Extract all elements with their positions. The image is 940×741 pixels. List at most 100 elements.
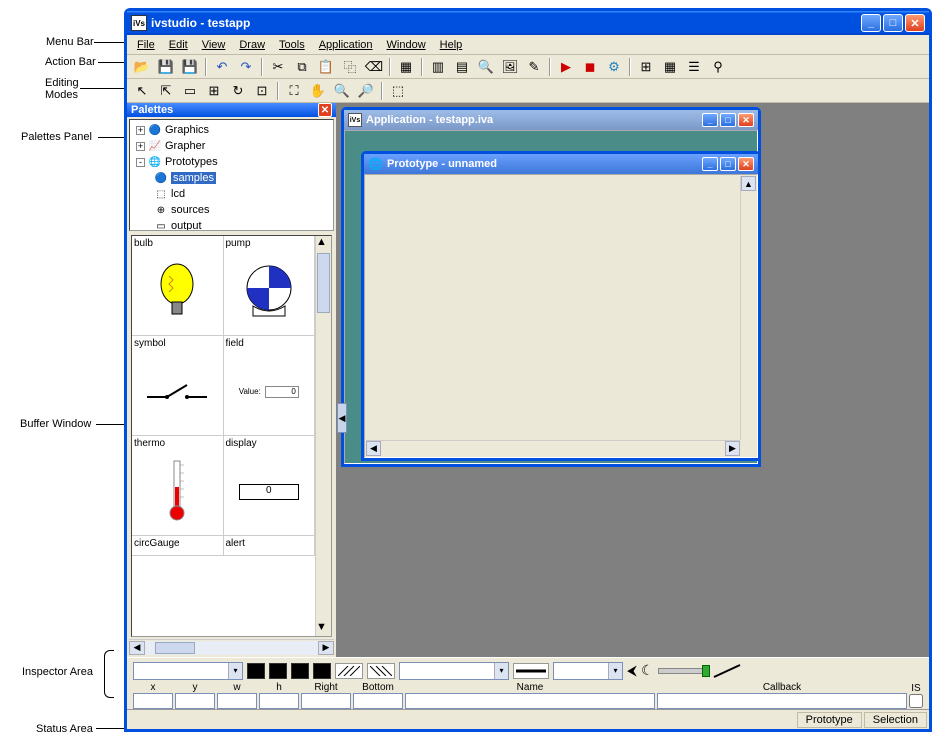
tree-item-sources[interactable]: ⊕ sources	[132, 202, 331, 218]
redo-icon[interactable]: ↷	[235, 57, 257, 77]
color-swatch-3[interactable]	[291, 663, 309, 679]
gear-icon[interactable]: ⚙	[603, 57, 625, 77]
status-prototype[interactable]: Prototype	[797, 712, 862, 728]
collapse-tab-icon[interactable]: ◀	[337, 403, 347, 433]
layout-mode-icon[interactable]: ⊞	[203, 81, 225, 101]
mdi-proto-title-bar[interactable]: 🌐 Prototype - unnamed _ □ ✕	[364, 154, 758, 174]
zoom-in-icon[interactable]: 🔎	[355, 81, 377, 101]
rotate-mode-icon[interactable]: ↻	[227, 81, 249, 101]
scroll-right-icon[interactable]: ▶	[725, 441, 740, 456]
proto-hscroll[interactable]: ◀ ▶	[366, 440, 740, 456]
status-selection[interactable]: Selection	[864, 712, 927, 728]
input-w[interactable]	[217, 693, 257, 709]
arrow-end-icon[interactable]: ☾	[641, 662, 654, 679]
style-combo[interactable]: ▾	[133, 662, 243, 680]
text-mode-icon[interactable]: ▭	[179, 81, 201, 101]
menu-application[interactable]: Application	[313, 37, 379, 53]
chevron-down-icon[interactable]: ▾	[228, 663, 242, 679]
menu-window[interactable]: Window	[381, 37, 432, 53]
menu-help[interactable]: Help	[434, 37, 469, 53]
props-icon[interactable]: ☰	[683, 57, 705, 77]
menu-file[interactable]: File	[131, 37, 161, 53]
palette-item-bulb[interactable]: bulb	[132, 236, 224, 336]
menu-view[interactable]: View	[196, 37, 232, 53]
mdi-proto-body[interactable]: ▲ ◀ ▶	[364, 174, 758, 458]
chevron-down-icon[interactable]: ▾	[608, 663, 622, 679]
mdi-maximize-button[interactable]: □	[720, 113, 736, 127]
tree-item-prototypes[interactable]: - 🌐 Prototypes	[132, 154, 331, 170]
select-mode-icon[interactable]: ↖	[131, 81, 153, 101]
tree-item-graphics[interactable]: + 🔵 Graphics	[132, 122, 331, 138]
thickness-slider[interactable]	[658, 668, 708, 674]
cut-icon[interactable]: ✂	[267, 57, 289, 77]
font-combo[interactable]: ▾	[399, 662, 509, 680]
hatch-1[interactable]	[335, 663, 363, 679]
color-swatch-4[interactable]	[313, 663, 331, 679]
expand-icon[interactable]: +	[136, 126, 145, 135]
dash-combo[interactable]: ▾	[553, 662, 623, 680]
delete-icon[interactable]: ⌫	[363, 57, 385, 77]
palette-vscroll[interactable]: ▲ ▼	[315, 236, 331, 636]
menu-tools[interactable]: Tools	[273, 37, 311, 53]
mdi-close-button[interactable]: ✕	[738, 113, 754, 127]
save-all-icon[interactable]: 💾	[179, 57, 201, 77]
palette-item-display[interactable]: display 0	[224, 436, 316, 536]
palette-item-thermo[interactable]: thermo	[132, 436, 224, 536]
line-weight[interactable]	[513, 663, 549, 679]
hatch-2[interactable]	[367, 663, 395, 679]
scroll-left-icon[interactable]: ◀	[366, 441, 381, 456]
input-y[interactable]	[175, 693, 215, 709]
link-icon[interactable]: ⚲	[707, 57, 729, 77]
tree-item-output[interactable]: ▭ output	[132, 218, 331, 231]
image-icon[interactable]: 🖼	[499, 57, 521, 77]
maximize-button[interactable]: □	[883, 14, 903, 32]
zoom-out-icon[interactable]: 🔍	[331, 81, 353, 101]
edit-icon[interactable]: ✎	[523, 57, 545, 77]
mdi-close-button[interactable]: ✕	[738, 157, 754, 171]
undo-icon[interactable]: ↶	[211, 57, 233, 77]
panel-icon[interactable]: ▦	[395, 57, 417, 77]
scroll-left-icon[interactable]: ◀	[129, 641, 145, 655]
scroll-thumb[interactable]	[155, 642, 195, 654]
scroll-up-icon[interactable]: ▲	[741, 176, 756, 191]
input-bottom[interactable]	[353, 693, 403, 709]
test-icon[interactable]: ▶	[555, 57, 577, 77]
arrow-start-icon[interactable]: ⮜	[627, 662, 637, 679]
mdi-minimize-button[interactable]: _	[702, 113, 718, 127]
palette-hscroll[interactable]: ◀ ▶	[129, 639, 334, 655]
workspace[interactable]: iVs Application - testapp.iva _ □ ✕ 🌐 Pr…	[337, 103, 929, 657]
expand-icon[interactable]: +	[136, 142, 145, 151]
scroll-thumb[interactable]	[317, 253, 330, 313]
scroll-right-icon[interactable]: ▶	[318, 641, 334, 655]
zoom-fit-icon[interactable]: ⛶	[283, 81, 305, 101]
palette-item-field[interactable]: field Value: 0	[224, 336, 316, 436]
mdi-prototype-window[interactable]: 🌐 Prototype - unnamed _ □ ✕ ▲ ◀	[361, 151, 761, 461]
scroll-track[interactable]	[145, 641, 318, 655]
stop-icon[interactable]: ◼	[579, 57, 601, 77]
marquee-icon[interactable]: ⬚	[387, 81, 409, 101]
mdi-maximize-button[interactable]: □	[720, 157, 736, 171]
color-swatch-2[interactable]	[269, 663, 287, 679]
pan-icon[interactable]: ✋	[307, 81, 329, 101]
tree-item-lcd[interactable]: ⬚ lcd	[132, 186, 331, 202]
scroll-up-icon[interactable]: ▲	[316, 236, 331, 251]
proto-vscroll[interactable]: ▲	[740, 176, 756, 440]
slider-thumb[interactable]	[702, 665, 710, 677]
grid-icon[interactable]: ▦	[659, 57, 681, 77]
mdi-app-title-bar[interactable]: iVs Application - testapp.iva _ □ ✕	[344, 110, 758, 130]
duplicate-icon[interactable]: ⿻	[339, 57, 361, 77]
color-swatch-1[interactable]	[247, 663, 265, 679]
mdi-minimize-button[interactable]: _	[702, 157, 718, 171]
input-name[interactable]	[405, 693, 655, 709]
input-right[interactable]	[301, 693, 351, 709]
node-mode-icon[interactable]: ⇱	[155, 81, 177, 101]
align-center-icon[interactable]: ▤	[451, 57, 473, 77]
palettes-close-icon[interactable]: ✕	[318, 103, 332, 117]
connect-mode-icon[interactable]: ⊡	[251, 81, 273, 101]
palettes-title-bar[interactable]: Palettes ✕	[127, 103, 336, 117]
minimize-button[interactable]: _	[861, 14, 881, 32]
input-x[interactable]	[133, 693, 173, 709]
chevron-down-icon[interactable]: ▾	[494, 663, 508, 679]
checkbox-is[interactable]	[909, 694, 923, 708]
scroll-down-icon[interactable]: ▼	[316, 621, 331, 636]
